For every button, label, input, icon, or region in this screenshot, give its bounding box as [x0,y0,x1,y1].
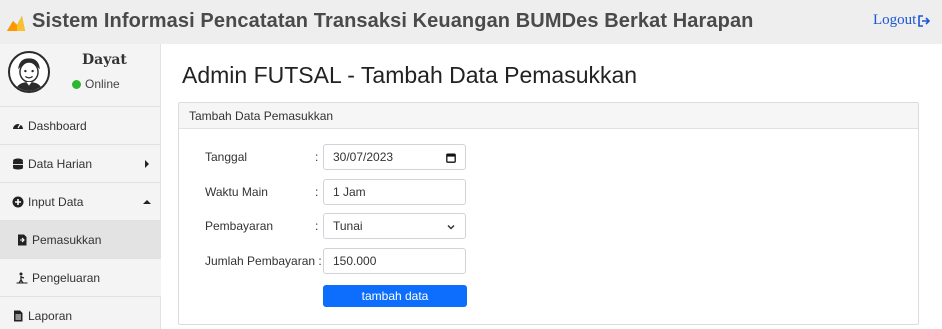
pembayaran-select[interactable]: Tunai [323,213,466,239]
tanggal-value: 30/07/2023 [333,150,394,164]
waktu-main-label: Waktu Main [205,185,268,199]
sidebar: Dayat Online Dashboard Data Harian Input… [0,44,161,329]
app-title: Sistem Informasi Pencatatan Transaksi Ke… [32,10,754,32]
jumlah-pembayaran-value: 150.000 [333,254,377,268]
online-dot-icon [72,79,81,89]
sidebar-item-label: Laporan [28,308,73,323]
sidebar-item-pengeluaran[interactable]: Pengeluaran [0,258,161,296]
tanggal-label: Tanggal [205,150,248,164]
jumlah-pembayaran-input[interactable]: 150.000 [323,248,466,274]
sidebar-item-label: Data Harian [28,156,93,171]
sidebar-item-label: Dashboard [28,118,87,133]
file-import-icon [18,234,27,245]
waktu-main-value: 1 Jam [333,185,366,199]
user-status-label: Online [85,77,120,91]
top-navbar: Sistem Informasi Pencatatan Transaksi Ke… [0,0,942,44]
tachometer-icon [13,123,23,129]
tanggal-date-input[interactable]: 30/07/2023 [323,144,466,170]
sidebar-item-pemasukkan[interactable]: Pemasukkan [0,220,161,258]
caret-right-icon [145,160,149,168]
chevron-down-icon [447,224,455,230]
row-jumlah-pembayaran: Jumlah Pembayaran : [205,248,322,274]
tambah-data-label: tambah data [361,289,429,303]
user-status: Online [72,77,120,91]
sidebar-item-label: Pemasukkan [32,232,102,247]
sidebar-item-label: Pengeluaran [32,270,101,285]
sidebar-item-label: Input Data [28,194,84,209]
card-title: Tambah Data Pemasukkan [179,103,918,129]
tambah-data-button[interactable]: tambah data [323,285,467,307]
logout-label: Logout [873,12,917,28]
waktu-main-input[interactable]: 1 Jam [323,179,466,205]
form-card: Tambah Data Pemasukkan Tanggal : 30/07/2… [178,102,919,325]
sidebar-item-dashboard[interactable]: Dashboard [0,106,161,144]
chart-area-icon [7,15,25,31]
row-tanggal: Tanggal : [205,144,325,170]
sidebar-nav: Dashboard Data Harian Input Data Pemasuk… [0,106,161,329]
caret-up-icon [143,200,151,204]
page-title: Admin FUTSAL - Tambah Data Pemasukkan [182,62,638,88]
sidebar-item-data-harian[interactable]: Data Harian [0,144,161,182]
user-name: Dayat [82,52,127,68]
pembayaran-value: Tunai [333,219,363,233]
row-pembayaran: Pembayaran : [205,213,325,239]
person-carry-icon [16,272,28,283]
sidebar-item-laporan[interactable]: Laporan [0,296,161,329]
sidebar-item-input-data[interactable]: Input Data [0,182,161,220]
plus-circle-icon [12,196,24,207]
avatar [8,51,50,93]
logout-link[interactable]: Logout [873,12,931,29]
sign-out-icon [918,14,931,27]
user-avatar-icon [15,58,43,91]
calendar-icon [446,153,456,163]
database-icon [13,158,23,169]
file-text-icon [14,310,23,321]
brand: Sistem Informasi Pencatatan Transaksi Ke… [6,10,754,33]
user-panel: Dayat Online [0,44,161,104]
jumlah-pembayaran-label: Jumlah Pembayaran : [205,254,322,268]
pembayaran-label: Pembayaran [205,219,274,233]
row-waktu-main: Waktu Main : [205,179,325,205]
